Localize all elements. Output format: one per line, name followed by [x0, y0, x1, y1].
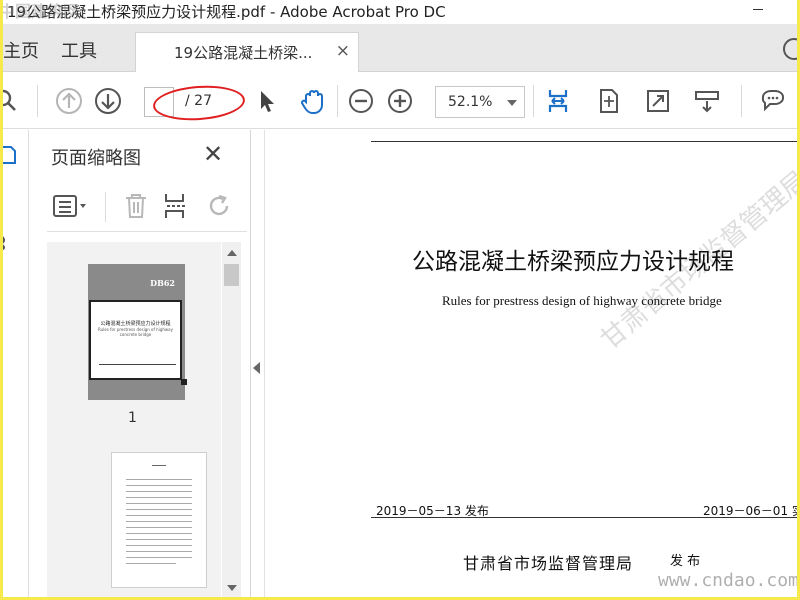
bookmarks-icon[interactable]	[3, 190, 13, 214]
thumbnail-subtitle: Rules for prestress design of highway co…	[98, 327, 173, 337]
document-title: 公路混凝土桥梁预应力设计规程	[412, 249, 734, 275]
zoom-out-icon[interactable]	[347, 87, 375, 115]
attachments-icon[interactable]	[3, 232, 13, 250]
scroll-down-icon[interactable]	[227, 585, 237, 591]
zoom-value: 52.1%	[448, 94, 493, 110]
full-screen-icon[interactable]	[644, 87, 672, 115]
delete-page-icon[interactable]	[123, 192, 149, 220]
zoom-select[interactable]: 52.1%	[435, 86, 525, 118]
next-page-icon[interactable]	[94, 87, 122, 115]
panel-divider	[105, 192, 106, 222]
panel-title: 页面缩略图	[51, 148, 141, 169]
rotate-page-icon[interactable]	[205, 192, 233, 220]
window-title: 19公路混凝土桥梁预应力设计规程.pdf - Adobe Acrobat Pro…	[7, 3, 446, 21]
search-icon[interactable]	[3, 87, 21, 115]
thumbnail-line	[126, 527, 192, 528]
minimize-button[interactable]	[743, 0, 773, 22]
toolbar-divider	[337, 85, 338, 117]
scroll-up-icon[interactable]	[227, 250, 237, 256]
thumbnail-line	[126, 491, 192, 492]
thumbnail-line	[126, 551, 192, 552]
tab-bar: 主页 工具 19公路混凝土桥梁... ×	[3, 24, 797, 72]
toolbar: / 27 52.1%	[3, 73, 797, 129]
site-watermark: www.cndao.com	[658, 570, 797, 591]
collapse-arrow-icon[interactable]	[253, 362, 260, 374]
read-mode-icon[interactable]	[693, 87, 721, 115]
thumbnail-rule	[99, 364, 176, 365]
thumbnail-heading	[152, 465, 166, 466]
page-thumbnail-2[interactable]	[111, 452, 207, 588]
thumbnail-line	[126, 515, 192, 516]
thumbnails-panel: 页面缩略图 ✕ DB62 公路混凝土桥梁预应力设计规程 Rules for pr…	[29, 130, 251, 597]
thumbnail-line	[126, 485, 192, 486]
page-thumbnail-1[interactable]: DB62 公路混凝土桥梁预应力设计规程 Rules for prestress …	[88, 264, 187, 400]
thumbnail-line	[126, 509, 192, 510]
thumbnail-resize-handle[interactable]	[181, 379, 187, 385]
toolbar-divider	[741, 85, 742, 117]
chevron-down-icon	[507, 100, 517, 106]
document-tab-label: 19公路混凝土桥梁...	[174, 44, 313, 62]
document-view[interactable]: 甘肃省市场监督管理局 公路混凝土桥梁预应力设计规程 Rules for pres…	[265, 130, 797, 597]
thumbnail-line	[126, 479, 192, 480]
thumbnail-label-1: 1	[128, 410, 137, 426]
thumbnail-line	[126, 563, 176, 564]
footer-rule	[371, 517, 797, 518]
thumbnail-scrollbar[interactable]	[222, 242, 241, 597]
help-icon[interactable]	[783, 38, 797, 60]
document-subtitle: Rules for prestress design of highway co…	[442, 293, 722, 308]
left-navigation-rail	[3, 130, 29, 597]
close-panel-icon[interactable]: ✕	[203, 140, 223, 168]
options-menu-icon[interactable]	[53, 194, 89, 220]
issuing-authority: 甘肃省市场监督管理局	[463, 554, 634, 573]
panel-collapse-strip[interactable]	[251, 130, 265, 597]
fit-width-icon[interactable]	[544, 87, 572, 115]
thumbnail-line	[126, 545, 192, 546]
comment-icon[interactable]	[759, 87, 787, 115]
tab-document[interactable]: 19公路混凝土桥梁... ×	[135, 32, 359, 72]
thumbnail-code: DB62	[150, 278, 175, 288]
insert-page-icon[interactable]	[163, 192, 189, 220]
hand-tool-icon[interactable]	[299, 87, 327, 115]
thumbnail-title: 公路混凝土桥梁预应力设计规程	[100, 321, 171, 327]
thumbnail-line	[126, 533, 192, 534]
header-rule	[371, 141, 797, 142]
thumbnail-line	[126, 497, 192, 498]
scrollbar-thumb[interactable]	[224, 264, 239, 286]
panel-toolbar	[47, 182, 247, 232]
thumbnail-line	[126, 557, 192, 558]
title-bar: 19公路混凝土桥梁预应力设计规程.pdf - Adobe Acrobat Pro…	[3, 0, 797, 24]
select-cursor-icon[interactable]	[253, 87, 281, 115]
thumbnail-line	[126, 521, 192, 522]
previous-page-icon[interactable]	[55, 87, 83, 115]
issue-label: 发 布	[670, 554, 701, 569]
page-thumbnails-icon[interactable]	[3, 144, 19, 166]
tab-tools[interactable]: 工具	[61, 37, 97, 63]
toolbar-divider	[533, 85, 534, 117]
thumbnail-line	[126, 539, 192, 540]
thumbnail-page-face: 公路混凝土桥梁预应力设计规程 Rules for prestress desig…	[89, 300, 182, 380]
close-tab-icon[interactable]: ×	[336, 41, 350, 61]
fit-page-icon[interactable]	[595, 87, 623, 115]
toolbar-divider	[37, 85, 38, 117]
thumbnail-line	[126, 503, 192, 504]
zoom-in-icon[interactable]	[386, 87, 414, 115]
tab-home[interactable]: 主页	[3, 37, 39, 63]
acrobat-window: 19公路混凝土桥梁预应力设计规程.pdf - Adobe Acrobat Pro…	[3, 0, 797, 597]
